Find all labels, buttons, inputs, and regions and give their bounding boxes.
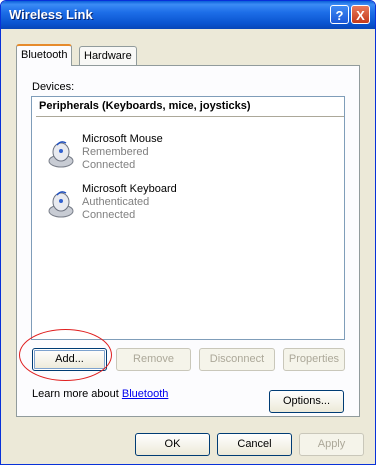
device-connection: Connected [82, 209, 136, 221]
learn-more-text: Learn more about Bluetooth [32, 388, 168, 400]
remove-button[interactable]: Remove [116, 348, 191, 371]
group-header: Peripherals (Keyboards, mice, joysticks) [36, 100, 344, 117]
list-item[interactable]: Microsoft Keyboard Authenticated Connect… [32, 183, 232, 225]
device-connection: Connected [82, 159, 136, 171]
wireless-link-dialog: Wireless Link ? X Bluetooth Hardware Dev… [0, 0, 376, 465]
help-button[interactable]: ? [330, 5, 349, 24]
device-name: Microsoft Keyboard [82, 183, 177, 195]
device-status: Authenticated [82, 196, 150, 208]
titlebar[interactable]: Wireless Link ? X [1, 1, 375, 29]
devices-list[interactable]: Peripherals (Keyboards, mice, joysticks)… [31, 96, 345, 340]
keyboard-device-icon [48, 191, 74, 218]
device-name: Microsoft Mouse [82, 133, 163, 145]
options-button[interactable]: Options... [269, 390, 344, 413]
apply-button[interactable]: Apply [299, 433, 364, 456]
mouse-device-icon [48, 141, 74, 168]
cancel-button[interactable]: Cancel [217, 433, 292, 456]
tab-hardware[interactable]: Hardware [79, 46, 137, 66]
tab-bluetooth[interactable]: Bluetooth [16, 44, 73, 66]
disconnect-button[interactable]: Disconnect [199, 348, 275, 371]
highlight-circle [19, 329, 112, 381]
device-status: Remembered [82, 146, 149, 158]
ok-button[interactable]: OK [135, 433, 210, 456]
window-title: Wireless Link [9, 7, 93, 22]
properties-button[interactable]: Properties [283, 348, 345, 371]
devices-label: Devices: [32, 81, 75, 93]
close-button[interactable]: X [351, 5, 370, 24]
list-item[interactable]: Microsoft Mouse Remembered Connected [32, 133, 232, 175]
learn-more-prefix: Learn more about [32, 388, 122, 400]
bluetooth-link[interactable]: Bluetooth [122, 388, 168, 400]
